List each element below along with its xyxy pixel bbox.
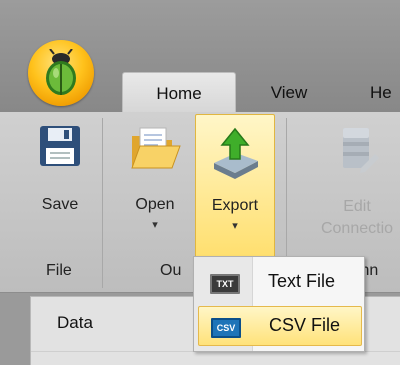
open-button[interactable]: Open ▾ <box>120 114 190 257</box>
chevron-down-icon: ▾ <box>152 219 158 231</box>
export-upload-icon <box>214 127 258 179</box>
tab-help[interactable]: He <box>370 72 400 112</box>
folder-open-icon <box>131 127 181 169</box>
export-dropdown-menu: TXT Text File CSV CSV File <box>193 256 365 352</box>
app-window: Home View He Save Open ▾ Export ▾ Edit C… <box>0 0 400 365</box>
text-file-icon: TXT <box>210 274 240 294</box>
beetle-icon <box>46 49 76 95</box>
csv-file-icon: CSV <box>211 318 241 338</box>
group-label-output: Ou <box>160 262 182 279</box>
database-edit-icon <box>343 128 379 173</box>
tab-data[interactable]: Data <box>57 313 93 333</box>
group-label-file: File <box>46 262 72 279</box>
edit-connection-label: Edit Connectio <box>320 198 394 237</box>
menu-item-label: CSV File <box>269 315 341 335</box>
tab-view[interactable]: View <box>258 72 320 112</box>
menu-item-csv-file[interactable]: CSV CSV File <box>198 306 362 346</box>
chevron-down-icon: ▾ <box>232 220 238 232</box>
open-label: Open <box>135 196 175 213</box>
export-label: Export <box>211 197 259 214</box>
tab-home[interactable]: Home <box>122 72 236 113</box>
export-button[interactable]: Export ▾ <box>195 114 275 259</box>
menu-item-text-file[interactable]: TXT Text File <box>198 263 360 301</box>
save-button[interactable]: Save <box>28 114 92 257</box>
app-menu-button[interactable] <box>28 40 94 106</box>
edit-connection-button[interactable]: Edit Connectio <box>292 114 400 257</box>
floppy-disk-icon <box>40 126 80 166</box>
group-separator <box>102 118 103 288</box>
save-label: Save <box>41 196 79 213</box>
menu-item-label: Text File <box>268 271 336 291</box>
